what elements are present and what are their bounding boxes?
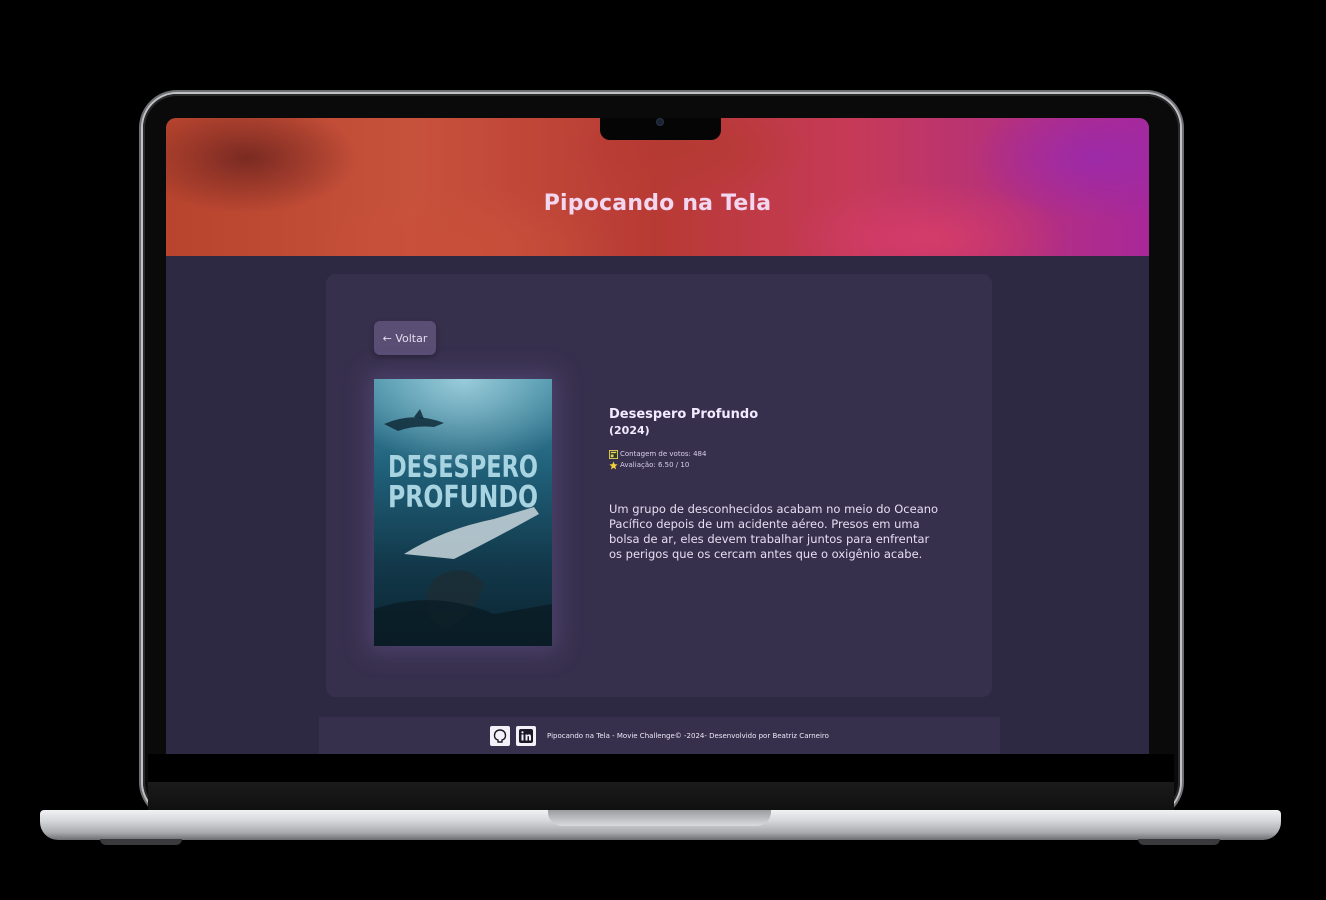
rating-row: Avaliação: 6.50 / 10	[609, 460, 949, 471]
camera-icon	[656, 118, 664, 126]
screen-bezel-bottom	[148, 754, 1174, 782]
laptop-chin	[148, 782, 1174, 812]
movie-poster: DESESPERO PROFUNDO	[374, 379, 552, 646]
star-icon	[609, 461, 618, 470]
site-title: Pipocando na Tela	[543, 191, 772, 216]
laptop-foot-left	[100, 839, 182, 845]
rating: Avaliação: 6.50 / 10	[620, 461, 690, 469]
back-button[interactable]: ← Voltar	[374, 321, 436, 355]
linkedin-icon[interactable]	[516, 725, 537, 746]
footer-text: Pipocando na Tela - Movie Challenge© -20…	[547, 731, 829, 740]
vote-count-row: Contagem de votos: 484	[609, 449, 949, 460]
github-icon[interactable]	[490, 725, 511, 746]
browser-viewport: Pipocando na Tela ← Voltar DESESPERO PRO…	[166, 118, 1149, 754]
movie-detail-card: ← Voltar DESESPERO PROFUNDO Desespero Pr…	[326, 274, 992, 697]
poster-title-line2: PROFUNDO	[388, 480, 538, 515]
page-footer: Pipocando na Tela - Movie Challenge© -20…	[319, 717, 1000, 754]
ballot-box-icon	[609, 450, 618, 459]
laptop-base-notch	[548, 810, 771, 826]
laptop-foot-right	[1138, 839, 1220, 845]
vote-count: Contagem de votos: 484	[620, 450, 707, 458]
movie-info: Desespero Profundo (2024) Contagem de vo…	[609, 407, 949, 562]
movie-title: Desespero Profundo	[609, 407, 759, 422]
movie-meta: Contagem de votos: 484 Avaliação: 6.50 /…	[609, 449, 949, 471]
movie-year: (2024)	[609, 424, 650, 437]
movie-overview: Um grupo de desconhecidos acabam no meio…	[609, 502, 939, 561]
